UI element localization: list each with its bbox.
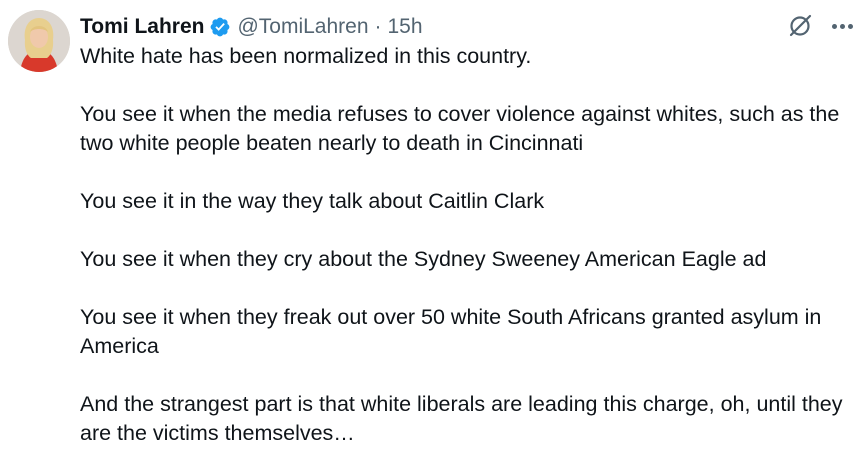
post-paragraph: You see it when they cry about the Sydne… <box>80 247 767 271</box>
more-options-icon[interactable] <box>828 23 857 29</box>
post-paragraph: You see it when the media refuses to cov… <box>80 102 840 155</box>
post-header: Tomi Lahren @TomiLahren · 15h <box>80 12 777 42</box>
post-paragraph: White hate has been normalized in this c… <box>80 44 532 68</box>
grok-icon[interactable] <box>786 12 814 40</box>
author-display-name[interactable]: Tomi Lahren <box>80 15 204 39</box>
post-paragraph: You see it in the way they talk about Ca… <box>80 189 545 213</box>
post-paragraph: And the strangest part is that white lib… <box>80 392 843 445</box>
avatar[interactable] <box>8 10 70 72</box>
avatar-image <box>8 10 70 72</box>
post-text: White hate has been normalized in this c… <box>80 42 864 448</box>
post-paragraph: You see it when they freak out over 50 w… <box>80 305 822 358</box>
verified-badge-icon[interactable] <box>209 16 231 38</box>
post-actions <box>786 12 857 40</box>
post-timestamp[interactable]: 15h <box>388 15 423 39</box>
separator-dot: · <box>374 15 382 38</box>
author-handle[interactable]: @TomiLahren <box>237 15 368 39</box>
